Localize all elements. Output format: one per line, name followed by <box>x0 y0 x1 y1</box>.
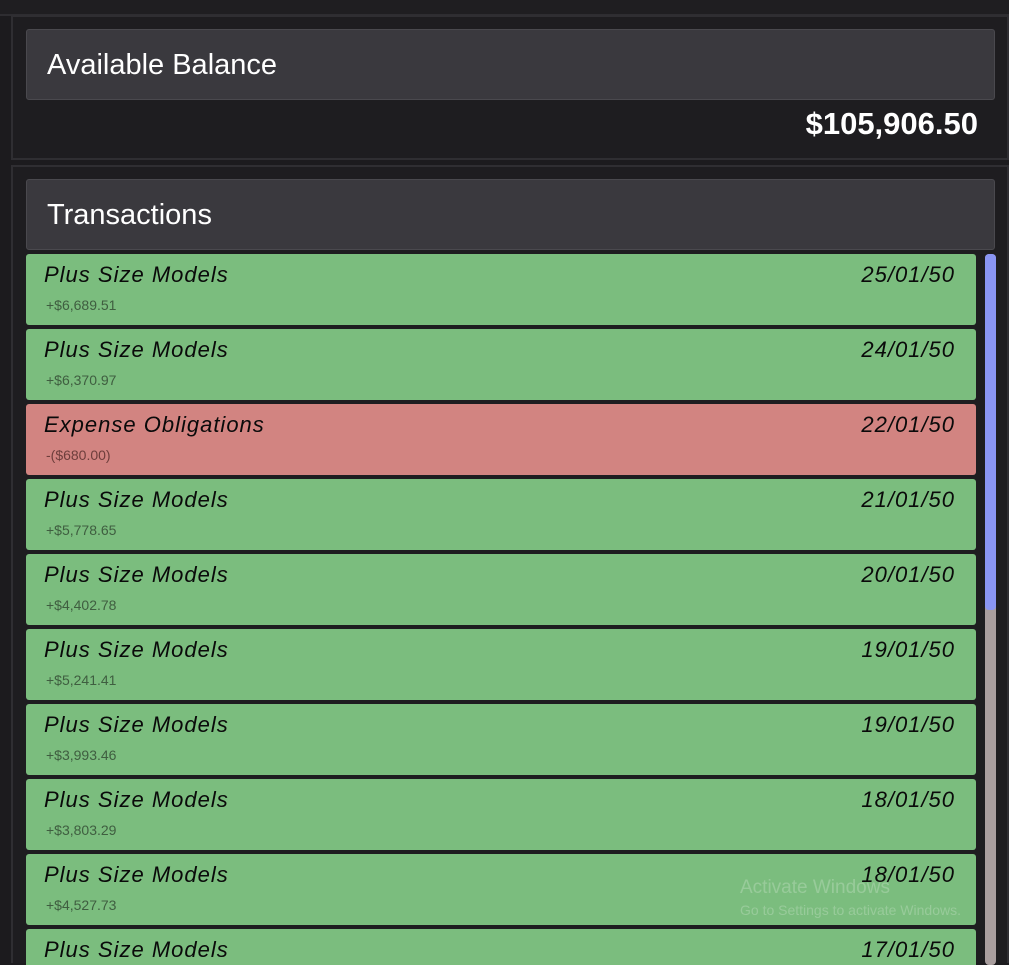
transaction-row[interactable]: Plus Size Models 18/01/50 +$4,527.73 <box>26 854 976 925</box>
transaction-amount: -($680.00) <box>46 447 111 463</box>
balance-panel: Available Balance $105,906.50 <box>11 15 1009 160</box>
transaction-name: Plus Size Models <box>44 337 229 362</box>
transaction-date: 18/01/50 <box>861 787 955 812</box>
transaction-amount: +$6,689.51 <box>46 297 117 313</box>
transaction-name: Plus Size Models <box>44 487 229 512</box>
scrollbar-thumb[interactable] <box>985 254 996 610</box>
transaction-name: Plus Size Models <box>44 562 229 587</box>
balance-amount: $105,906.50 <box>805 106 978 141</box>
transactions-header: Transactions <box>26 179 995 250</box>
transaction-row[interactable]: Plus Size Models 19/01/50 +$5,241.41 <box>26 629 976 700</box>
transaction-row[interactable]: Expense Obligations 22/01/50 -($680.00) <box>26 404 976 475</box>
transactions-title: Transactions <box>47 199 212 231</box>
transaction-date: 19/01/50 <box>861 637 955 662</box>
transactions-panel: Transactions Plus Size Models 25/01/50 +$6… <box>11 165 1009 965</box>
top-bar <box>0 0 1009 16</box>
transaction-amount: +$3,993.46 <box>46 747 117 763</box>
transaction-date: 22/01/50 <box>861 412 955 437</box>
transaction-amount: +$4,402.78 <box>46 597 117 613</box>
transaction-date: 17/01/50 <box>861 937 955 962</box>
transaction-name: Plus Size Models <box>44 262 229 287</box>
transaction-name: Plus Size Models <box>44 712 229 737</box>
transaction-date: 19/01/50 <box>861 712 955 737</box>
transaction-row[interactable]: Plus Size Models 17/01/50 <box>26 929 976 965</box>
transaction-row[interactable]: Plus Size Models 20/01/50 +$4,402.78 <box>26 554 976 625</box>
transaction-name: Expense Obligations <box>44 412 265 437</box>
transaction-date: 21/01/50 <box>861 487 955 512</box>
transaction-row[interactable]: Plus Size Models 21/01/50 +$5,778.65 <box>26 479 976 550</box>
transaction-amount: +$4,527.73 <box>46 897 117 913</box>
transaction-amount: +$6,370.97 <box>46 372 117 388</box>
transaction-name: Plus Size Models <box>44 787 229 812</box>
transaction-row[interactable]: Plus Size Models 19/01/50 +$3,993.46 <box>26 704 976 775</box>
transaction-row[interactable]: Plus Size Models 24/01/50 +$6,370.97 <box>26 329 976 400</box>
balance-title: Available Balance <box>47 49 278 81</box>
transaction-amount: +$5,241.41 <box>46 672 117 688</box>
transaction-amount: +$3,803.29 <box>46 822 117 838</box>
transaction-date: 20/01/50 <box>861 562 955 587</box>
transaction-name: Plus Size Models <box>44 937 229 962</box>
transaction-row[interactable]: Plus Size Models 25/01/50 +$6,689.51 <box>26 254 976 325</box>
transaction-row[interactable]: Plus Size Models 18/01/50 +$3,803.29 <box>26 779 976 850</box>
transaction-name: Plus Size Models <box>44 862 229 887</box>
transactions-scrollbar[interactable] <box>985 254 996 965</box>
transactions-list[interactable]: Plus Size Models 25/01/50 +$6,689.51 Plus S… <box>26 254 976 965</box>
transaction-date: 18/01/50 <box>861 862 955 887</box>
transaction-name: Plus Size Models <box>44 637 229 662</box>
transaction-amount: +$5,778.65 <box>46 522 117 538</box>
balance-header: Available Balance <box>26 29 995 100</box>
transaction-date: 25/01/50 <box>861 262 955 287</box>
transaction-date: 24/01/50 <box>861 337 955 362</box>
